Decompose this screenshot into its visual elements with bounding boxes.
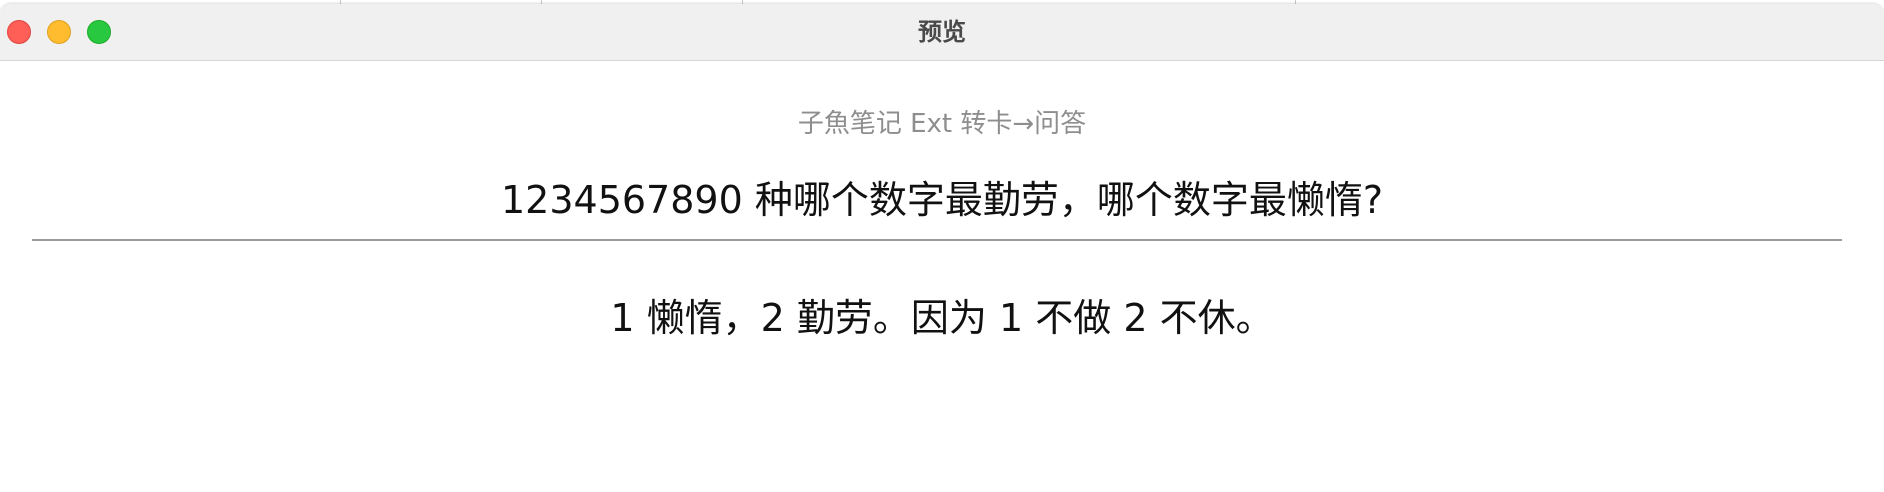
- window-titlebar[interactable]: 预览: [0, 4, 1884, 61]
- window-title: 预览: [918, 18, 966, 46]
- card-preview: 子魚笔记 Ext 转卡→问答 1234567890 种哪个数字最勤劳，哪个数字最…: [0, 61, 1884, 492]
- card-question: 1234567890 种哪个数字最勤劳，哪个数字最懒惰?: [500, 178, 1384, 222]
- card-answer: 1 懒惰，2 勤劳。因为 1 不做 2 不休。: [610, 296, 1274, 340]
- card-divider: [32, 239, 1842, 241]
- card-type-label: 子魚笔记 Ext 转卡→问答: [797, 109, 1087, 139]
- preview-window: 预览 子魚笔记 Ext 转卡→问答 1234567890 种哪个数字最勤劳，哪个…: [0, 4, 1884, 492]
